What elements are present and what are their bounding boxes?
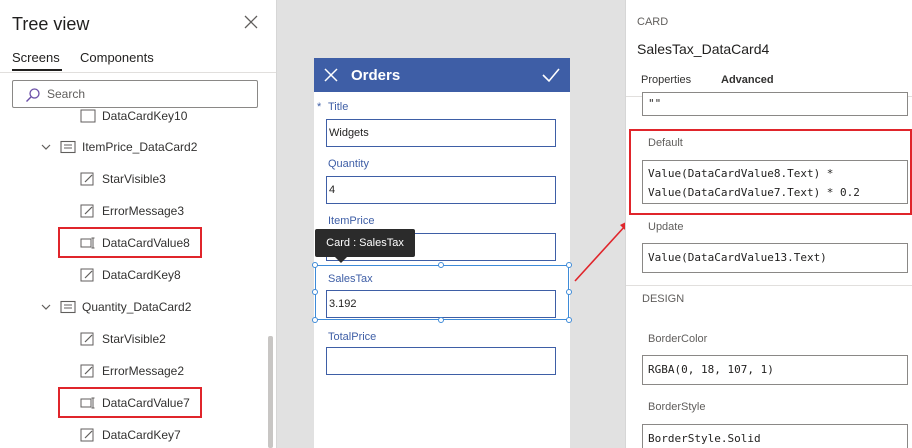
tree-item-starvisible2[interactable]: StarVisible2 bbox=[0, 329, 260, 349]
edit-label-icon bbox=[80, 268, 94, 282]
close-icon[interactable] bbox=[243, 14, 259, 30]
tree-item-datacardkey10[interactable]: DataCardKey10 bbox=[0, 106, 260, 126]
tab-properties[interactable]: Properties bbox=[641, 74, 691, 86]
form-title: Orders bbox=[351, 67, 401, 84]
card-icon bbox=[60, 140, 76, 154]
control-kind: CARD bbox=[637, 16, 669, 28]
form-header: Orders bbox=[314, 58, 570, 92]
edit-label-icon bbox=[80, 172, 94, 186]
resize-handle[interactable] bbox=[312, 289, 318, 295]
tab-advanced[interactable]: Advanced bbox=[721, 74, 774, 86]
card-selection-frame[interactable] bbox=[315, 265, 569, 320]
edit-label-icon bbox=[80, 204, 94, 218]
design-section-title: DESIGN bbox=[642, 293, 685, 305]
required-marker: * bbox=[317, 101, 322, 113]
tooltip-arrow bbox=[335, 257, 347, 263]
text-label-icon bbox=[80, 109, 96, 123]
card-tooltip: Card : SalesTax bbox=[315, 229, 415, 257]
chevron-down-icon[interactable] bbox=[40, 141, 52, 153]
highlight-datacardvalue8 bbox=[58, 227, 202, 258]
tree-scrollbar[interactable] bbox=[268, 336, 273, 448]
control-name: SalesTax_DataCard4 bbox=[637, 41, 770, 57]
tab-components[interactable]: Components bbox=[80, 50, 154, 65]
tree-view-title: Tree view bbox=[12, 14, 90, 34]
field-label-title: Title bbox=[328, 101, 349, 113]
resize-handle[interactable] bbox=[566, 317, 572, 323]
bordercolor-label: BorderColor bbox=[648, 333, 708, 345]
divider bbox=[626, 285, 912, 286]
borderstyle-field[interactable]: BorderStyle.Solid bbox=[642, 424, 908, 448]
tree-item-errormessage3[interactable]: ErrorMessage3 bbox=[0, 201, 260, 221]
tree-item-errormessage2[interactable]: ErrorMessage2 bbox=[0, 361, 260, 381]
card-icon bbox=[60, 300, 76, 314]
edit-label-icon bbox=[80, 428, 94, 442]
field-label-itemprice: ItemPrice bbox=[328, 215, 375, 227]
quantity-input[interactable]: 4 bbox=[326, 176, 556, 204]
borderstyle-label: BorderStyle bbox=[648, 401, 706, 413]
properties-panel: CARD SalesTax_DataCard4 Properties Advan… bbox=[625, 0, 912, 448]
tree-view-panel: Tree view Screens Components DataCardKey… bbox=[0, 0, 277, 448]
highlight-datacardvalue7 bbox=[58, 387, 202, 418]
resize-handle[interactable] bbox=[312, 262, 318, 268]
top-property-field[interactable]: "" bbox=[642, 92, 908, 116]
tree-item-starvisible3[interactable]: StarVisible3 bbox=[0, 169, 260, 189]
active-tab-indicator bbox=[12, 69, 62, 71]
field-label-quantity: Quantity bbox=[328, 158, 369, 170]
field-label-totalprice: TotalPrice bbox=[328, 331, 377, 343]
resize-handle[interactable] bbox=[438, 262, 444, 268]
highlight-default-property bbox=[629, 129, 912, 215]
search-input[interactable] bbox=[47, 85, 247, 103]
bordercolor-field[interactable]: RGBA(0, 18, 107, 1) bbox=[642, 355, 908, 385]
totalprice-input[interactable] bbox=[326, 347, 556, 375]
check-icon[interactable] bbox=[542, 67, 560, 83]
tree-item-datacardkey8[interactable]: DataCardKey8 bbox=[0, 265, 260, 285]
divider bbox=[0, 72, 276, 73]
tab-screens[interactable]: Screens bbox=[12, 50, 60, 65]
update-label: Update bbox=[648, 221, 684, 233]
close-icon[interactable] bbox=[324, 68, 338, 82]
title-input[interactable]: Widgets bbox=[326, 119, 556, 147]
resize-handle[interactable] bbox=[312, 317, 318, 323]
search-icon bbox=[26, 88, 40, 102]
edit-label-icon bbox=[80, 332, 94, 346]
resize-handle[interactable] bbox=[438, 317, 444, 323]
tree-item-itemprice-datacard2[interactable]: ItemPrice_DataCard2 bbox=[0, 137, 260, 157]
update-formula-field[interactable]: Value(DataCardValue13.Text) bbox=[642, 243, 908, 273]
tree-item-datacardkey7[interactable]: DataCardKey7 bbox=[0, 425, 260, 445]
chevron-down-icon[interactable] bbox=[40, 301, 52, 313]
tree-item-quantity-datacard2[interactable]: Quantity_DataCard2 bbox=[0, 297, 260, 317]
edit-label-icon bbox=[80, 364, 94, 378]
